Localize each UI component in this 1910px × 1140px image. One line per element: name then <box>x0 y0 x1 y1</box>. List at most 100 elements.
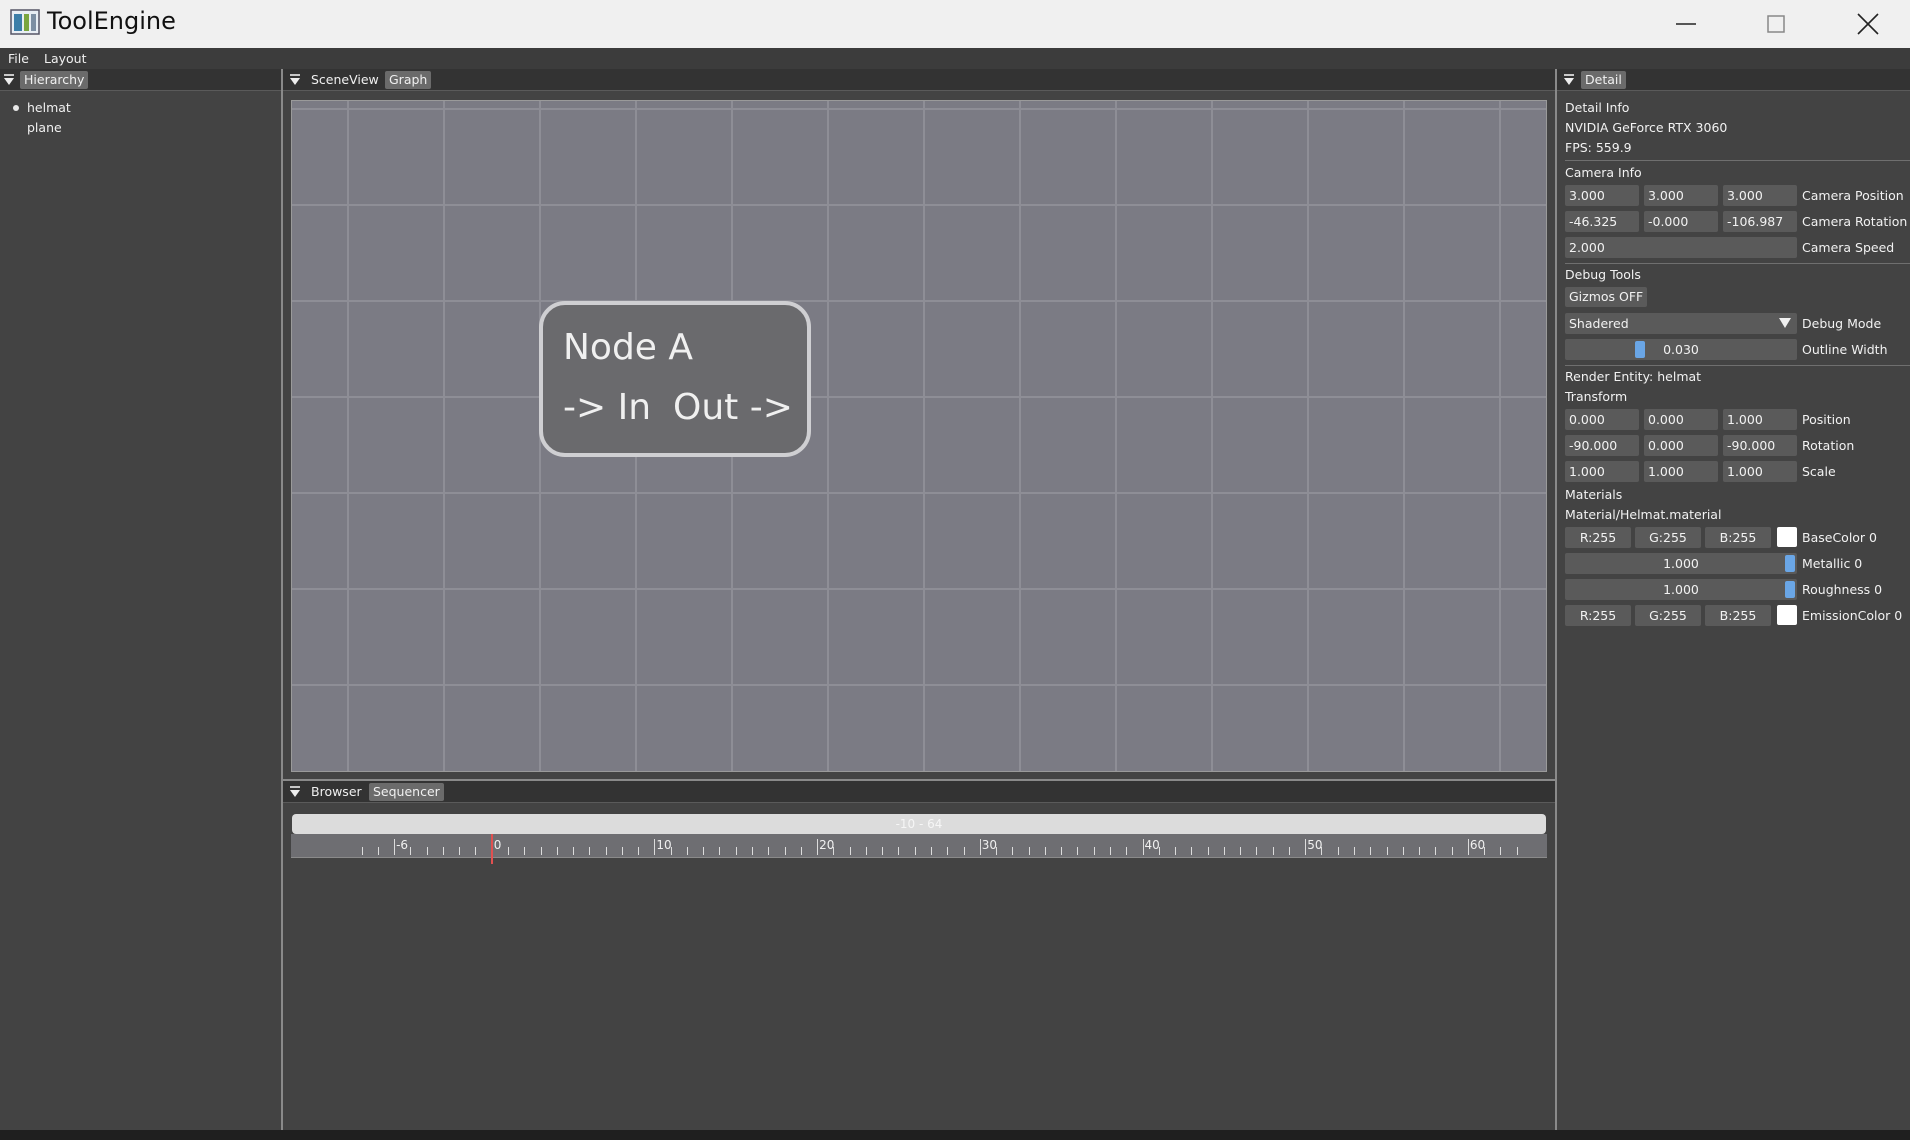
slider-grab[interactable] <box>1785 581 1795 598</box>
rotation-z[interactable]: -90.000 <box>1723 435 1797 456</box>
timeline-tick <box>735 847 737 855</box>
timeline-tick <box>898 847 900 855</box>
timeline-tick <box>1175 847 1177 855</box>
outline-width-slider[interactable]: 0.030 <box>1565 339 1797 360</box>
roughness-slider[interactable]: 1.000 <box>1565 579 1797 600</box>
tree-item-helmat[interactable]: helmat <box>27 98 71 118</box>
timeline-ruler[interactable]: -6 0 10 20 30 40 50 60 <box>291 834 1547 864</box>
position-x[interactable]: 0.000 <box>1565 409 1639 430</box>
position-y[interactable]: 0.000 <box>1644 409 1718 430</box>
timeline-tick <box>1126 847 1128 855</box>
tab-detail[interactable]: Detail <box>1581 71 1626 89</box>
tree-item-plane[interactable]: plane <box>27 118 62 138</box>
grid-line <box>923 101 925 771</box>
debug-mode-value: Shadered <box>1569 316 1629 331</box>
grid-line <box>292 108 1546 110</box>
minimize-button[interactable] <box>1640 0 1732 48</box>
timeline-tick <box>865 847 867 855</box>
playhead[interactable] <box>490 834 493 864</box>
emission-color-b[interactable]: B:255 <box>1705 605 1771 626</box>
gizmos-toggle-button[interactable]: Gizmos OFF <box>1565 287 1648 307</box>
timeline-tick <box>638 847 640 855</box>
fps-readout: FPS: 559.9 <box>1565 140 1632 155</box>
timeline-tick <box>1467 839 1469 855</box>
timeline-tick <box>1451 847 1453 855</box>
camera-position-z[interactable]: 3.000 <box>1723 185 1797 206</box>
grid-line <box>1211 101 1213 771</box>
camera-rotation-z[interactable]: -106.987 <box>1723 211 1797 232</box>
collapse-icon[interactable] <box>289 786 301 798</box>
camera-rotation-y[interactable]: -0.000 <box>1644 211 1718 232</box>
timeline-tick <box>963 847 965 855</box>
timeline-tick-label: -6 <box>396 838 409 852</box>
maximize-button[interactable] <box>1730 0 1822 48</box>
timeline-tick <box>817 839 819 855</box>
camera-info-heading: Camera Info <box>1565 165 1642 180</box>
camera-rotation-x[interactable]: -46.325 <box>1565 211 1639 232</box>
camera-position-x[interactable]: 3.000 <box>1565 185 1639 206</box>
grid-line <box>827 101 829 771</box>
collapse-icon[interactable] <box>1563 74 1575 86</box>
title-bar: ToolEngine <box>0 0 1910 48</box>
timeline-tick <box>459 847 461 855</box>
timeline-tick <box>947 847 949 855</box>
outline-width-value: 0.030 <box>1663 342 1699 357</box>
timeline-tick <box>1419 847 1421 855</box>
timeline-tick <box>1337 847 1339 855</box>
debug-mode-select[interactable]: Shadered <box>1565 313 1797 334</box>
base-color-r[interactable]: R:255 <box>1565 527 1631 548</box>
collapse-icon[interactable] <box>289 74 301 86</box>
timeline-tick <box>426 847 428 855</box>
tab-sceneview[interactable]: SceneView <box>307 71 383 89</box>
scale-y[interactable]: 1.000 <box>1644 461 1718 482</box>
tab-browser[interactable]: Browser <box>307 783 366 801</box>
timeline-tick-label: 30 <box>981 838 998 852</box>
tree-item-bullet <box>13 105 19 111</box>
metallic-slider[interactable]: 1.000 <box>1565 553 1797 574</box>
camera-speed-label: Camera Speed <box>1802 240 1895 255</box>
emission-color-g[interactable]: G:255 <box>1635 605 1701 626</box>
graph-canvas[interactable]: Node A -> In Out -> <box>291 100 1547 772</box>
timeline-tick <box>882 847 884 855</box>
emission-color-r[interactable]: R:255 <box>1565 605 1631 626</box>
frame-range-bar[interactable]: -10 - 64 <box>292 814 1546 834</box>
position-label: Position <box>1802 412 1851 427</box>
timeline-tick <box>719 847 721 855</box>
base-color-swatch[interactable] <box>1777 527 1797 547</box>
detail-info-heading: Detail Info <box>1565 100 1630 115</box>
timeline-tick <box>849 847 851 855</box>
timeline-tick <box>1256 847 1258 855</box>
render-entity-label: Render Entity: helmat <box>1565 369 1702 384</box>
grid-line <box>1115 101 1117 771</box>
scale-x[interactable]: 1.000 <box>1565 461 1639 482</box>
position-z[interactable]: 1.000 <box>1723 409 1797 430</box>
slider-grab[interactable] <box>1785 555 1795 572</box>
timeline-tick <box>1191 847 1193 855</box>
close-button[interactable] <box>1822 0 1910 48</box>
base-color-g[interactable]: G:255 <box>1635 527 1701 548</box>
tab-graph[interactable]: Graph <box>385 71 432 89</box>
collapse-icon[interactable] <box>3 74 15 86</box>
base-color-b[interactable]: B:255 <box>1705 527 1771 548</box>
camera-position-y[interactable]: 3.000 <box>1644 185 1718 206</box>
rotation-label: Rotation <box>1802 438 1855 453</box>
app-icon <box>10 9 40 35</box>
timeline-tick <box>1516 847 1518 855</box>
emission-color-swatch[interactable] <box>1777 605 1797 625</box>
node-output-pin[interactable]: Out -> <box>673 387 793 428</box>
menu-file[interactable]: File <box>8 48 29 69</box>
tab-sequencer[interactable]: Sequencer <box>369 783 444 801</box>
graph-node[interactable]: Node A -> In Out -> <box>539 301 811 457</box>
menu-layout[interactable]: Layout <box>44 48 87 69</box>
timeline-tick <box>1354 847 1356 855</box>
scale-z[interactable]: 1.000 <box>1723 461 1797 482</box>
material-path: Material/Helmat.material <box>1565 507 1722 522</box>
menu-bar: File Layout <box>0 48 1910 69</box>
node-input-pin[interactable]: -> In <box>563 387 651 428</box>
camera-speed-field[interactable]: 2.000 <box>1565 237 1797 258</box>
rotation-x[interactable]: -90.000 <box>1565 435 1639 456</box>
slider-grab[interactable] <box>1635 341 1645 358</box>
tab-hierarchy[interactable]: Hierarchy <box>20 71 89 89</box>
rotation-y[interactable]: 0.000 <box>1644 435 1718 456</box>
timeline-tick <box>654 839 656 855</box>
